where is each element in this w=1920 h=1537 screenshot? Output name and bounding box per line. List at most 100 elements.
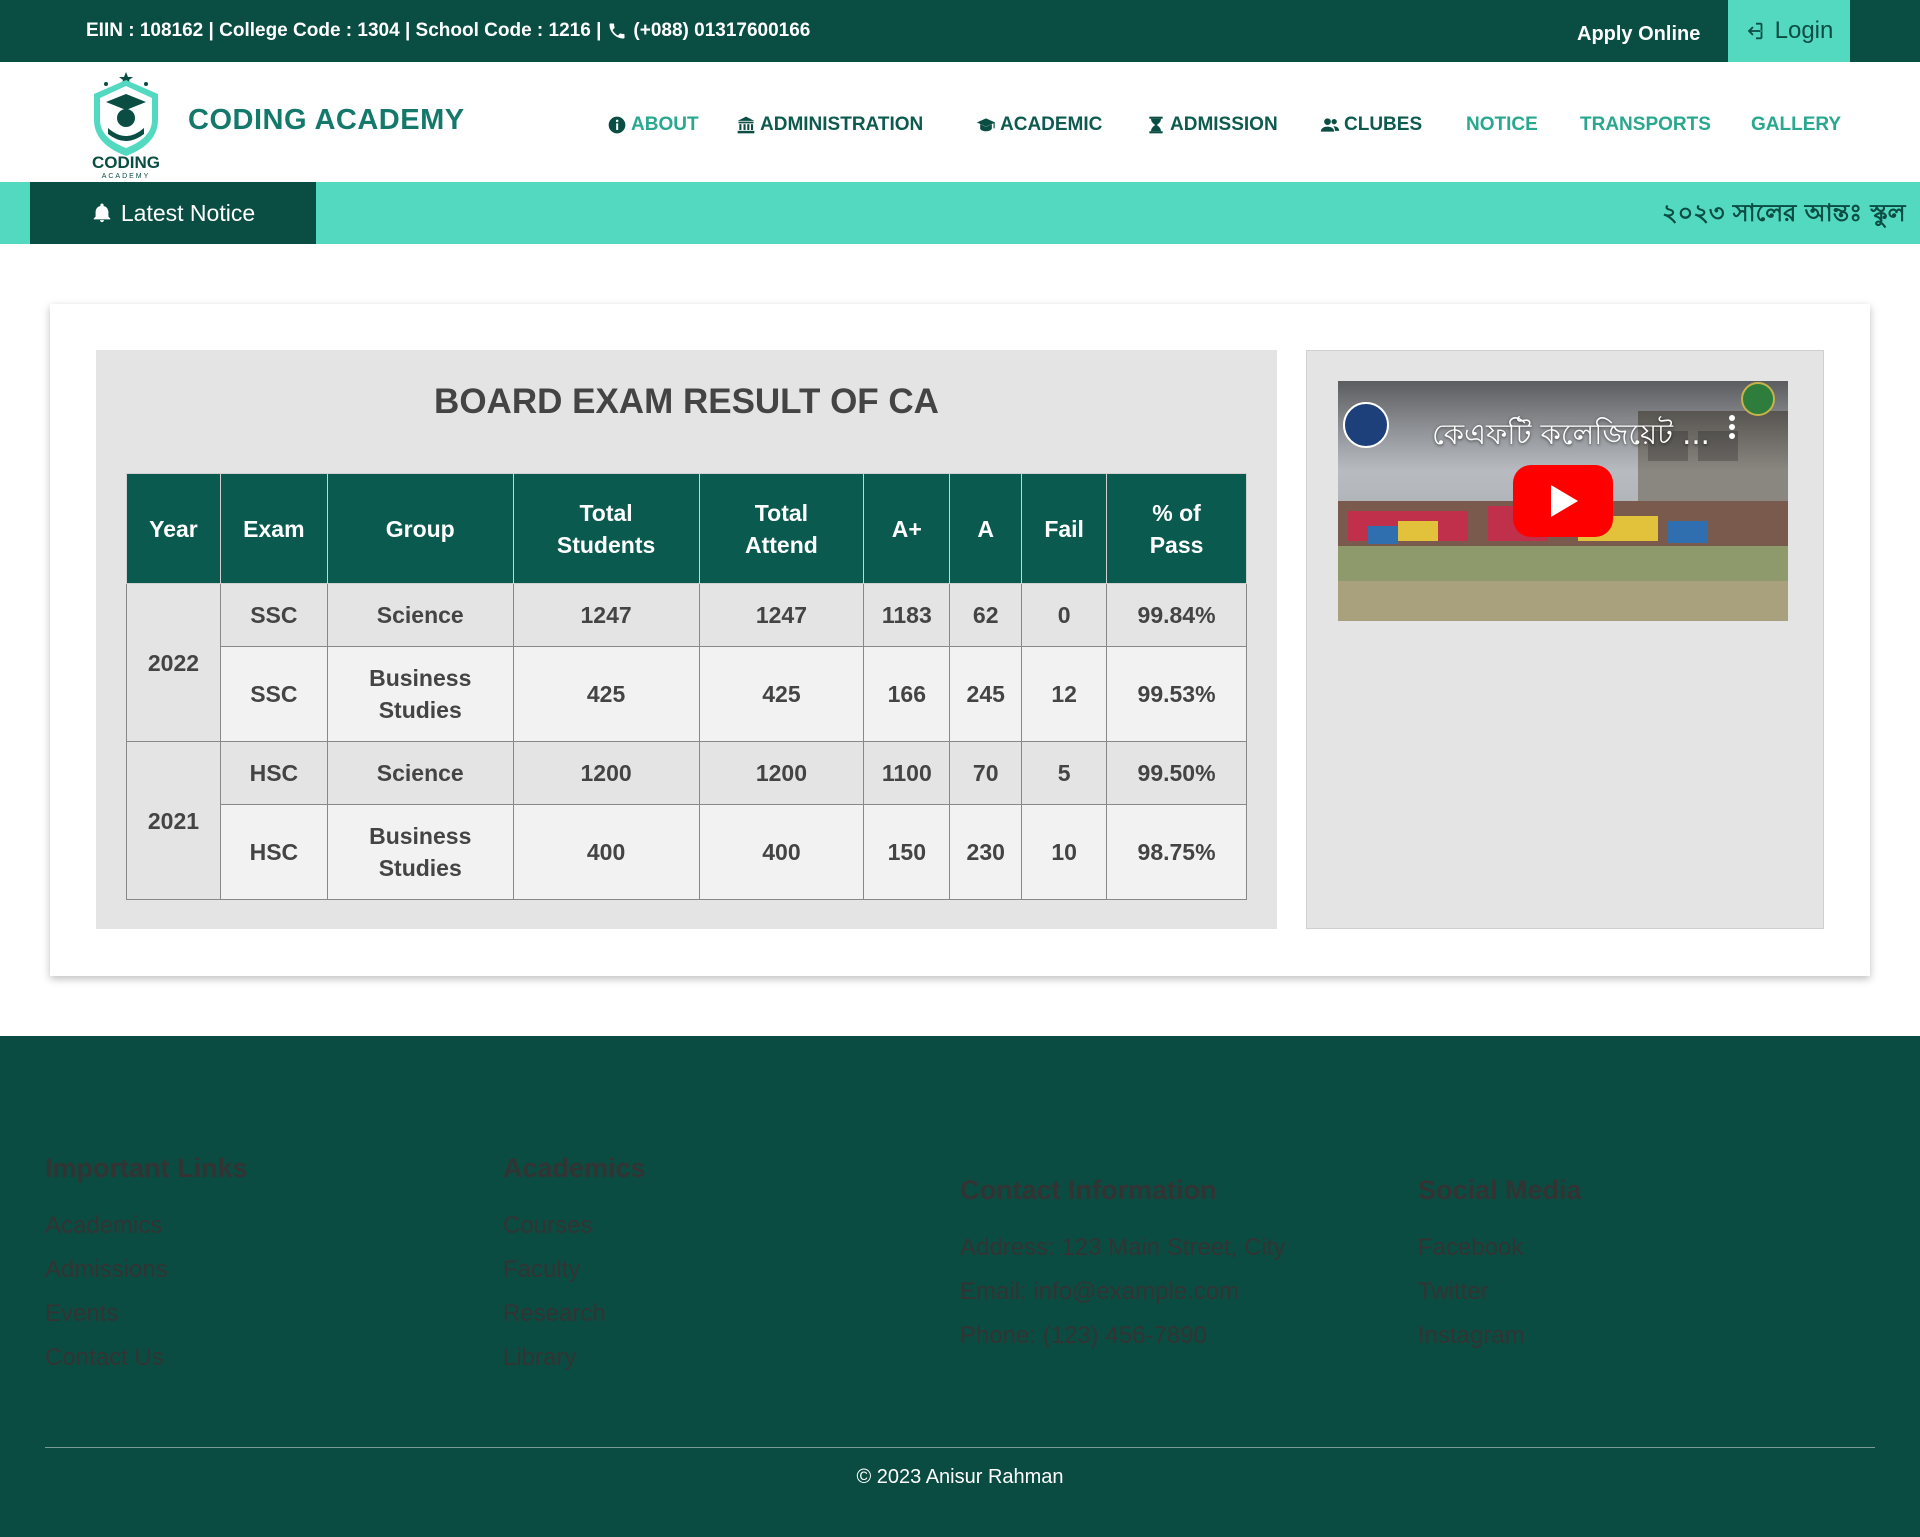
users-icon <box>1320 118 1340 132</box>
header-year: Year <box>126 473 221 584</box>
exam-cell: SSC <box>219 646 328 742</box>
footer-social: Social Media Facebook Twitter Instagram <box>1418 1175 1582 1358</box>
table-row: 2022 SSC Science 1247 1247 1183 62 0 99.… <box>126 583 1247 742</box>
table-row: SSC Business Studies 425 425 166 245 12 … <box>127 646 1247 742</box>
footer-important-links: Important Links Academics Admissions Eve… <box>45 1153 248 1380</box>
header-a-plus: A+ <box>863 473 951 584</box>
hourglass-icon <box>1149 116 1163 134</box>
footer-link-courses[interactable]: Courses <box>503 1204 646 1248</box>
more-options-icon[interactable] <box>1729 415 1735 439</box>
footer-contact: Contact Information Address: 123 Main St… <box>960 1175 1285 1358</box>
table-row: HSC Business Studies 400 400 150 230 10 … <box>127 804 1247 900</box>
latest-notice-label: Latest Notice <box>30 182 316 244</box>
total-cell: 425 <box>512 646 700 742</box>
a-cell: 245 <box>949 646 1023 742</box>
nav-clubes[interactable]: CLUBES <box>1320 114 1422 136</box>
footer-email: Email: info@example.com <box>960 1278 1240 1305</box>
a-cell: 230 <box>949 804 1023 900</box>
exam-cell: HSC <box>219 741 328 805</box>
logo-subtext: ACADEMY <box>102 173 151 180</box>
nav-gallery[interactable]: GALLERY <box>1751 114 1841 136</box>
total-cell: 1247 <box>512 583 700 647</box>
fail-cell: 12 <box>1021 646 1108 742</box>
header-exam: Exam <box>219 473 328 584</box>
header-a: A <box>949 473 1023 584</box>
aplus-cell: 1183 <box>863 583 951 647</box>
pass-cell: 99.53% <box>1106 646 1247 742</box>
result-table: Year Exam Group Total Students Total Att… <box>126 473 1247 900</box>
apply-online-link[interactable]: Apply Online <box>1577 0 1700 62</box>
video-title[interactable]: কেএফটি কলেজিয়েট ... <box>1432 412 1710 461</box>
header-total-attend: Total Attend <box>698 473 865 584</box>
notice-bar: Latest Notice ২০২৩ সালের আন্তঃ স্কুল <box>0 182 1920 244</box>
logo-text: CODING <box>92 153 160 172</box>
login-label: Login <box>1774 17 1834 44</box>
footer-phone: Phone: (123) 456-7890 <box>960 1322 1207 1349</box>
year-cell: 2021 <box>126 741 221 900</box>
table-header-row: Year Exam Group Total Students Total Att… <box>126 473 1247 584</box>
pass-cell: 98.75% <box>1106 804 1247 900</box>
aplus-cell: 1100 <box>863 741 951 805</box>
coding-academy-logo[interactable]: CODING ACADEMY <box>86 68 166 180</box>
play-button[interactable] <box>1513 465 1613 537</box>
top-bar: EIIN : 108162 | College Code : 1304 | Sc… <box>0 0 1920 62</box>
latest-notice-text: Latest Notice <box>120 199 256 226</box>
a-cell: 70 <box>949 741 1023 805</box>
footer-link-admissions[interactable]: Admissions <box>45 1248 248 1292</box>
footer-heading: Important Links <box>45 1153 248 1183</box>
nav-admission[interactable]: ADMISSION <box>1146 114 1278 136</box>
a-cell: 62 <box>949 583 1023 647</box>
group-cell: Business Studies <box>326 804 514 900</box>
exam-cell: HSC <box>219 804 328 900</box>
institution-codes: EIIN : 108162 | College Code : 1304 | Sc… <box>86 20 602 41</box>
phone-number: (+088) 01317600166 <box>633 20 811 41</box>
total-cell: 400 <box>512 804 700 900</box>
footer-link-academics[interactable]: Academics <box>45 1204 248 1248</box>
fail-cell: 5 <box>1021 741 1108 805</box>
nav-academic[interactable]: ACADEMIC <box>976 114 1102 136</box>
login-button[interactable]: Login <box>1728 0 1850 62</box>
nav-administration[interactable]: ADMINISTRATION <box>736 114 923 136</box>
sign-in-icon <box>1747 22 1763 40</box>
nav-about-label: ABOUT <box>631 114 699 135</box>
group-cell: Science <box>326 583 514 647</box>
result-title: BOARD EXAM RESULT OF CA <box>434 382 939 421</box>
footer-heading: Contact Information <box>960 1175 1217 1205</box>
attend-cell: 1200 <box>698 741 865 805</box>
attend-cell: 1247 <box>698 583 865 647</box>
footer-link-library[interactable]: Library <box>503 1336 646 1380</box>
footer-link-research[interactable]: Research <box>503 1292 646 1336</box>
fail-cell: 10 <box>1021 804 1108 900</box>
nav-administration-label: ADMINISTRATION <box>760 114 924 135</box>
exam-cell: SSC <box>219 583 328 647</box>
nav-notice[interactable]: NOTICE <box>1466 114 1538 136</box>
aplus-cell: 166 <box>863 646 951 742</box>
year-cell: 2022 <box>126 583 221 742</box>
footer-link-instagram[interactable]: Instagram <box>1418 1314 1582 1358</box>
nav-admission-label: ADMISSION <box>1170 114 1278 135</box>
footer-link-contact[interactable]: Contact Us <box>45 1336 248 1380</box>
bell-icon <box>93 203 111 223</box>
footer-heading: Social Media <box>1418 1175 1582 1205</box>
contact-info: EIIN : 108162 | College Code : 1304 | Sc… <box>86 0 810 62</box>
group-cell: Business Studies <box>326 646 514 742</box>
nav-transports[interactable]: TRANSPORTS <box>1580 114 1711 136</box>
footer-link-events[interactable]: Events <box>45 1292 248 1336</box>
aplus-cell: 150 <box>863 804 951 900</box>
group-cell: Science <box>326 741 514 805</box>
footer-link-faculty[interactable]: Faculty <box>503 1248 646 1292</box>
total-cell: 1200 <box>512 741 700 805</box>
header-group: Group <box>326 473 514 584</box>
brand-name[interactable]: CODING ACADEMY <box>188 104 465 137</box>
footer-link-twitter[interactable]: Twitter <box>1418 1270 1582 1314</box>
nav-about[interactable]: ABOUT <box>607 114 699 136</box>
footer-link-facebook[interactable]: Facebook <box>1418 1226 1582 1270</box>
nav-clubes-label: CLUBES <box>1344 114 1423 135</box>
copyright: © 2023 Anisur Rahman <box>856 1466 1064 1488</box>
table-row: 2021 HSC Science 1200 1200 1100 70 5 99.… <box>126 741 1247 900</box>
header-pass-percent: % of Pass <box>1106 473 1247 584</box>
notice-ticker[interactable]: ২০২৩ সালের আন্তঃ স্কুল <box>1662 182 1906 244</box>
nav-academic-label: ACADEMIC <box>1000 114 1103 135</box>
graduation-cap-icon <box>976 118 996 132</box>
attend-cell: 400 <box>698 804 865 900</box>
